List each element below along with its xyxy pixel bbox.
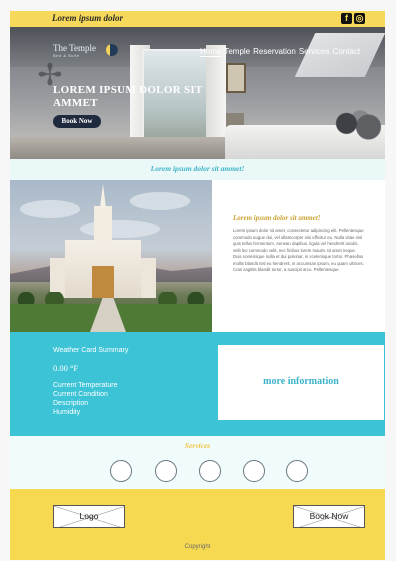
pillows xyxy=(330,109,385,145)
tagline-text: Lorem ipsum dolor sit ammet! xyxy=(150,164,245,173)
hero-title: LOREM IPSUM DOLOR SIT AMMET xyxy=(53,84,203,109)
service-circle[interactable] xyxy=(155,460,177,482)
wall-picture xyxy=(226,63,246,93)
facebook-icon[interactable]: f xyxy=(341,13,352,24)
logo-name: The Temple xyxy=(53,43,96,53)
hero-book-now-button[interactable]: Book Now xyxy=(53,115,101,128)
footer-logo-placeholder[interactable]: Logo xyxy=(53,505,125,528)
footer-book-now-label: Book Now xyxy=(309,511,349,521)
services-section: Services xyxy=(10,436,385,489)
instagram-icon[interactable]: ◎ xyxy=(354,13,365,24)
weather-temperature: 0.00 °F xyxy=(53,363,79,373)
weather-row: Current Condition xyxy=(53,391,108,398)
weather-band: Weather Card Summary 0.00 °F Current Tem… xyxy=(10,332,385,436)
service-circle[interactable] xyxy=(286,460,308,482)
weather-rows: Current Temperature Current Condition De… xyxy=(53,381,128,417)
logo-subtitle: Bed & Suite xyxy=(53,53,80,58)
nav-services[interactable]: Services xyxy=(299,47,330,57)
page: Lorem ipsum dolor f ◎ ✢ The Temple Bed &… xyxy=(10,11,385,560)
temple-spire xyxy=(100,184,106,208)
about-title: Lorem ipsum dolor sit ammet! xyxy=(233,214,321,222)
footer-logo-label: Logo xyxy=(79,511,99,521)
weather-card: Weather Card Summary 0.00 °F Current Tem… xyxy=(53,347,128,417)
weather-row: Humidity xyxy=(53,409,81,416)
copyright-text: Copyright xyxy=(184,544,211,550)
top-bar: Lorem ipsum dolor f ◎ xyxy=(10,11,385,27)
weather-title: Weather Card Summary xyxy=(53,347,129,354)
services-title: Services xyxy=(184,441,211,450)
social-links: f ◎ xyxy=(341,13,365,24)
about-section: Lorem ipsum dolor sit ammet! Lorem ipsum… xyxy=(10,180,385,332)
cloud xyxy=(20,200,80,218)
top-tagline: Lorem ipsum dolor xyxy=(52,13,124,23)
curtain-right xyxy=(206,45,226,151)
service-circle[interactable] xyxy=(110,460,132,482)
cloud xyxy=(80,220,160,238)
more-information-text: more information xyxy=(263,376,339,387)
cloud xyxy=(130,192,190,210)
nav-contact[interactable]: Contact xyxy=(333,47,361,57)
service-circle[interactable] xyxy=(199,460,221,482)
site-logo[interactable]: The Temple Bed & Suite xyxy=(53,43,118,58)
more-information-card[interactable]: more information xyxy=(218,345,384,420)
temple-image xyxy=(10,180,212,332)
footer-book-now-button[interactable]: Book Now xyxy=(293,505,365,528)
footer: Logo Book Now Copyright xyxy=(10,489,385,560)
service-circle[interactable] xyxy=(243,460,265,482)
moon-logo-icon xyxy=(106,44,118,56)
about-body: Lorem ipsum dolor sit amet, consectetur … xyxy=(233,228,364,272)
nav-temple[interactable]: Temple xyxy=(224,47,250,57)
temple-tower xyxy=(94,206,112,242)
hero-banner: ✢ The Temple Bed & Suite Home Temple Res… xyxy=(10,27,385,159)
nav-home[interactable]: Home xyxy=(200,47,222,57)
tagline-strip: Lorem ipsum dolor sit ammet! xyxy=(10,159,385,180)
main-nav: Home Temple Reservation Services Contact xyxy=(200,47,360,57)
nav-reservation[interactable]: Reservation xyxy=(253,47,296,57)
weather-row: Description xyxy=(53,400,89,407)
weather-row: Current Temperature xyxy=(53,382,118,389)
